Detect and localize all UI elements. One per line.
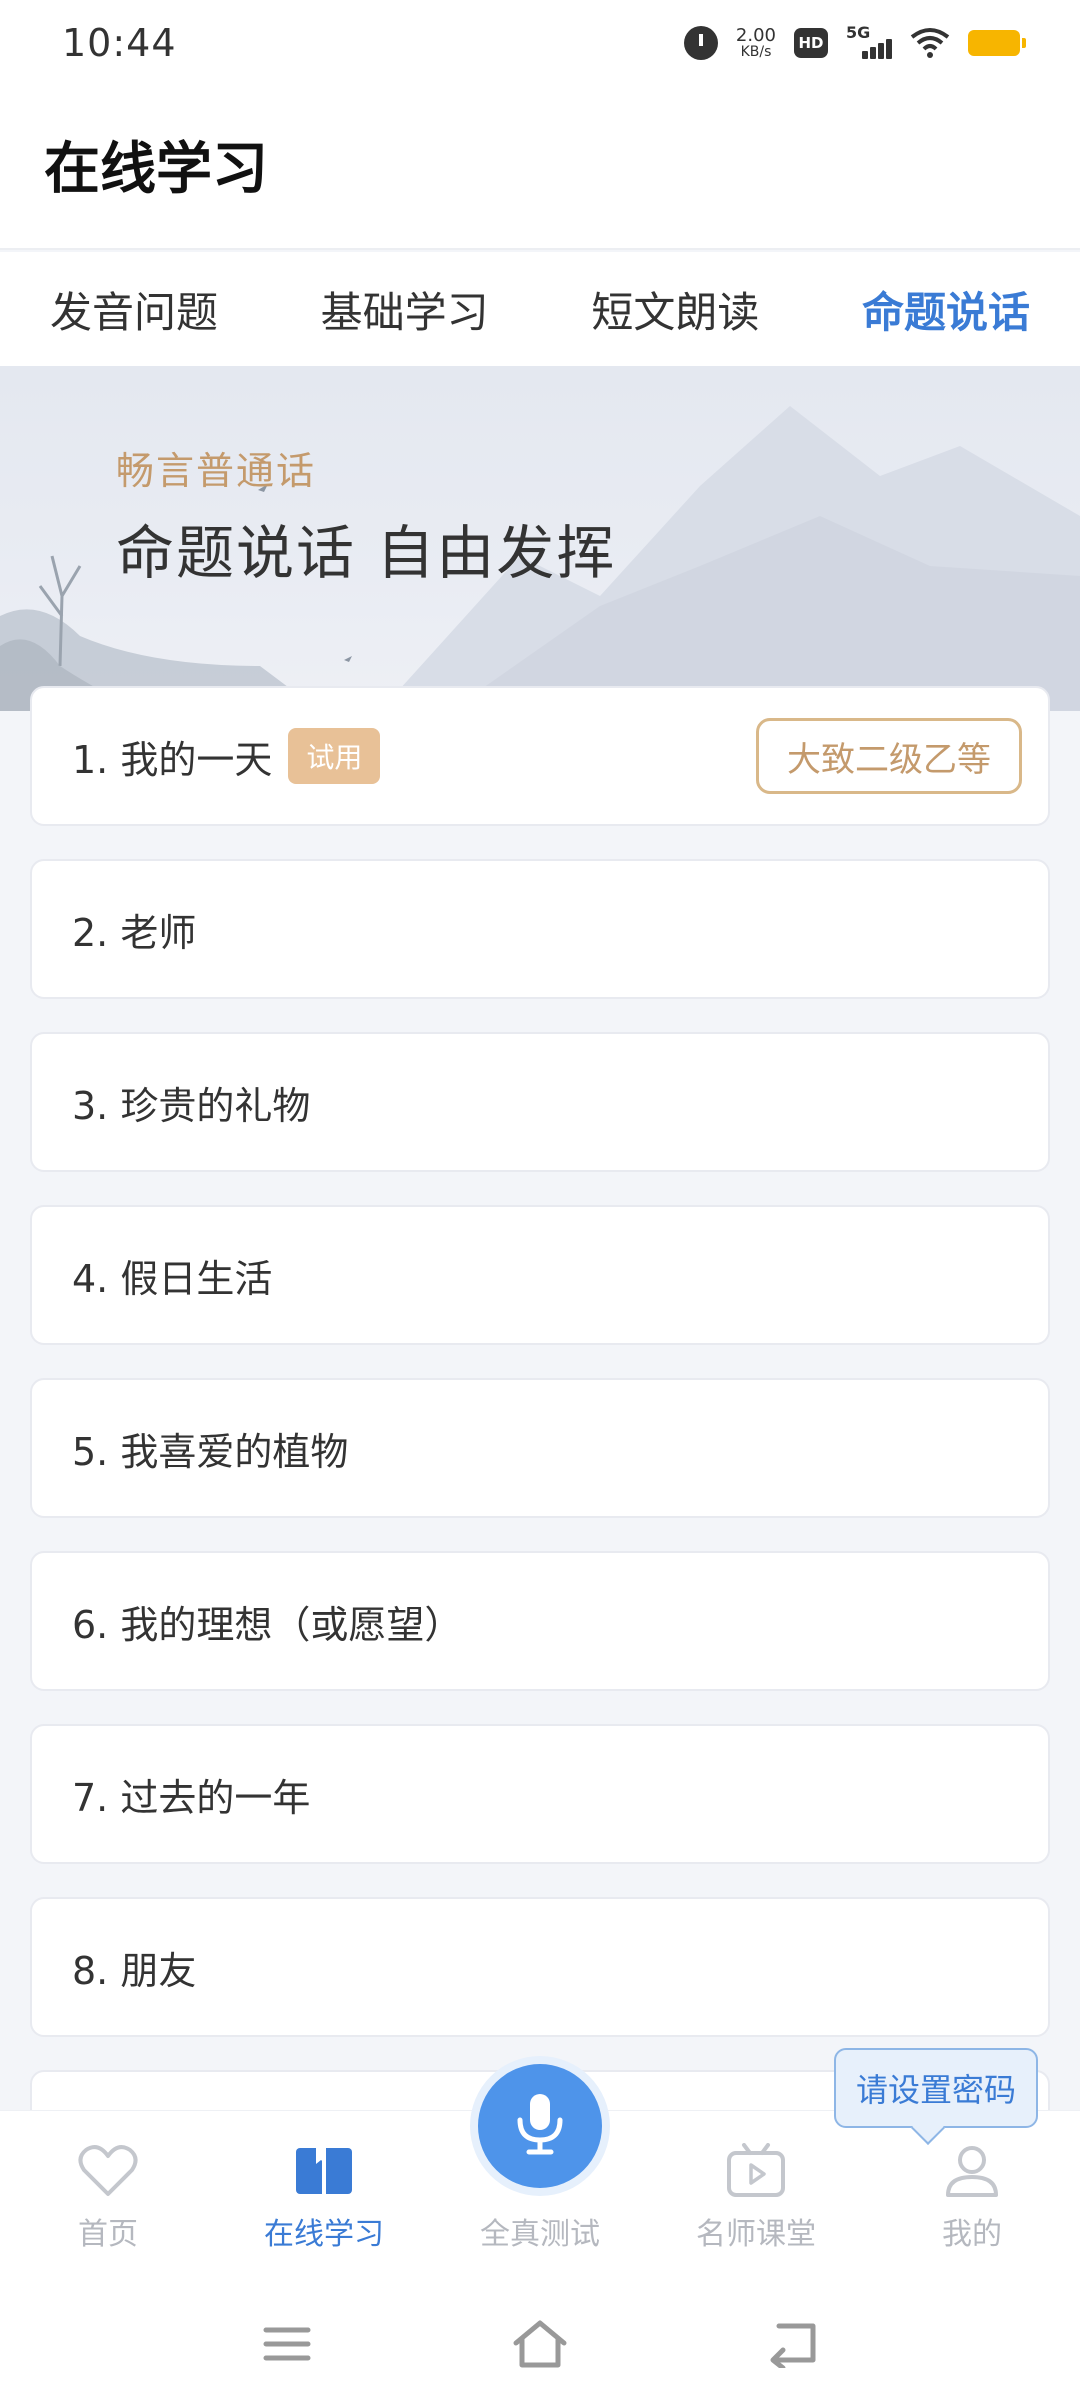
list-item[interactable]: 1. 我的一天 试用 大致二级乙等 bbox=[30, 686, 1050, 826]
heart-icon bbox=[76, 2141, 140, 2201]
nav-label: 全真测试 bbox=[480, 2217, 600, 2252]
hd-icon: HD bbox=[794, 28, 828, 58]
home-icon[interactable] bbox=[500, 2314, 580, 2374]
list-item[interactable]: 8. 朋友 bbox=[30, 1897, 1050, 2037]
nav-label: 我的 bbox=[942, 2217, 1002, 2252]
book-icon bbox=[292, 2141, 356, 2201]
nav-label: 首页 bbox=[78, 2217, 138, 2252]
full-test-mic-button[interactable] bbox=[478, 2064, 602, 2188]
nav-mine[interactable]: 我的 bbox=[864, 2111, 1080, 2280]
topic-title: 4. 假日生活 bbox=[72, 1256, 273, 1301]
nav-label: 在线学习 bbox=[264, 2217, 384, 2252]
tab-short-reading[interactable]: 短文朗读 bbox=[591, 279, 759, 340]
tab-pronunciation[interactable]: 发音问题 bbox=[50, 279, 218, 340]
list-item[interactable]: 5. 我喜爱的植物 bbox=[30, 1378, 1050, 1518]
status-time: 10:44 bbox=[62, 21, 177, 65]
list-item[interactable]: 3. 珍贵的礼物 bbox=[30, 1032, 1050, 1172]
alarm-icon bbox=[683, 26, 718, 60]
banner-subtitle: 畅言普通话 bbox=[116, 449, 317, 493]
tab-topic-speaking[interactable]: 命题说话 bbox=[862, 279, 1030, 340]
user-icon bbox=[940, 2141, 1004, 2201]
nav-home[interactable]: 首页 bbox=[0, 2111, 216, 2280]
list-item[interactable]: 6. 我的理想（或愿望） bbox=[30, 1551, 1050, 1691]
topic-title: 5. 我喜爱的植物 bbox=[72, 1429, 349, 1474]
app-screen: 10:44 2.00 KB/s HD 5G 在线学习 发音问题 基础学习 短文朗… bbox=[0, 0, 1080, 2408]
menu-icon[interactable] bbox=[247, 2314, 327, 2374]
tab-bar: 发音问题 基础学习 短文朗读 命题说话 bbox=[0, 252, 1080, 366]
topic-list: 1. 我的一天 试用 大致二级乙等 2. 老师 3. 珍贵的礼物 4. 假日生活… bbox=[30, 686, 1050, 2243]
list-item[interactable]: 2. 老师 bbox=[30, 859, 1050, 999]
nav-label: 名师课堂 bbox=[696, 2217, 816, 2252]
status-icons: 2.00 KB/s HD 5G bbox=[683, 23, 1026, 61]
tv-play-icon bbox=[724, 2141, 788, 2201]
topic-title: 2. 老师 bbox=[72, 910, 197, 955]
trial-badge: 试用 bbox=[288, 728, 381, 784]
tab-basic-learning[interactable]: 基础学习 bbox=[321, 279, 489, 340]
speed-value: 2.00 bbox=[735, 25, 776, 46]
app-header: 在线学习 bbox=[0, 86, 1080, 250]
battery-icon bbox=[968, 30, 1026, 56]
microphone-icon bbox=[513, 2092, 567, 2160]
page-title: 在线学习 bbox=[44, 137, 268, 202]
banner-title: 命题说话 自由发挥 bbox=[116, 519, 617, 587]
topic-title: 6. 我的理想（或愿望） bbox=[72, 1602, 463, 1647]
topic-title: 3. 珍贵的礼物 bbox=[72, 1083, 311, 1128]
signal-icon: 5G bbox=[846, 23, 892, 61]
topic-title: 1. 我的一天 bbox=[72, 737, 273, 782]
network-speed: 2.00 KB/s bbox=[735, 25, 776, 60]
grade-badge: 大致二级乙等 bbox=[756, 718, 1022, 794]
nav-teacher-class[interactable]: 名师课堂 bbox=[648, 2111, 864, 2280]
nav-online-learning[interactable]: 在线学习 bbox=[216, 2111, 432, 2280]
banner: 畅言普通话 命题说话 自由发挥 bbox=[0, 366, 1080, 711]
status-bar: 10:44 2.00 KB/s HD 5G bbox=[0, 0, 1080, 86]
back-icon[interactable] bbox=[753, 2314, 833, 2374]
set-password-tooltip[interactable]: 请设置密码 bbox=[834, 2048, 1038, 2128]
wifi-icon bbox=[910, 27, 950, 59]
network-type-label: 5G bbox=[846, 23, 871, 42]
list-item[interactable]: 7. 过去的一年 bbox=[30, 1724, 1050, 1864]
topic-title: 8. 朋友 bbox=[72, 1948, 197, 1993]
topic-title: 7. 过去的一年 bbox=[72, 1775, 311, 1820]
system-nav-bar bbox=[0, 2280, 1080, 2408]
list-item[interactable]: 4. 假日生活 bbox=[30, 1205, 1050, 1345]
speed-unit: KB/s bbox=[740, 44, 772, 60]
